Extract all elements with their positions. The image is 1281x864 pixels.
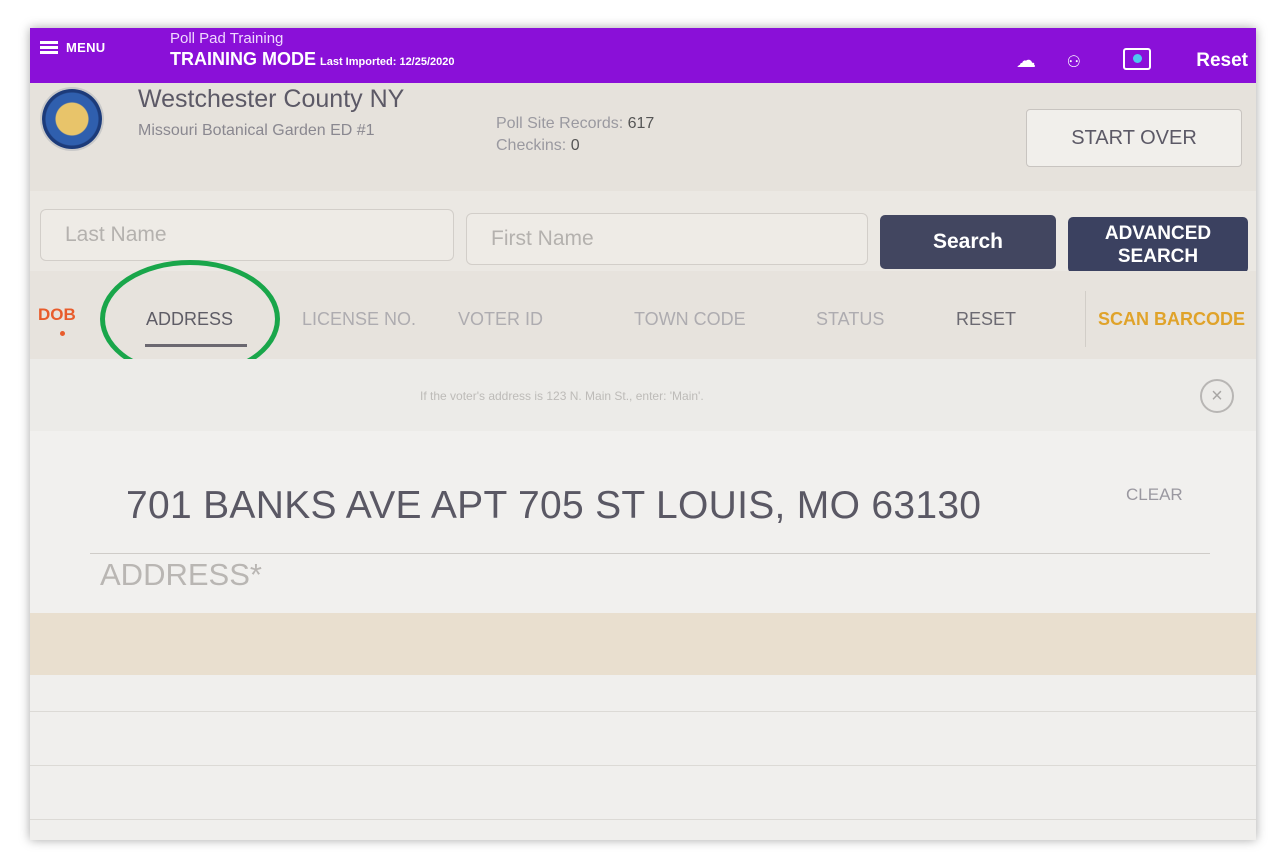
first-name-input[interactable]: First Name — [466, 213, 868, 265]
results-list — [30, 675, 1256, 840]
last-imported-label: Last Imported: 12/25/2020 — [320, 56, 455, 68]
records-label: Poll Site Records: — [496, 115, 624, 132]
last-name-input[interactable]: Last Name — [40, 209, 454, 261]
address-entry: 701 BANKS AVE APT 705 ST LOUIS, MO 63130… — [30, 431, 1256, 613]
address-input[interactable]: 701 BANKS AVE APT 705 ST LOUIS, MO 63130 — [126, 484, 981, 528]
tab-town-code[interactable]: TOWN CODE — [634, 309, 746, 330]
results-divider — [30, 711, 1256, 712]
tab-dob-indicator — [60, 331, 65, 336]
menu-label: MENU — [66, 40, 106, 55]
top-bar: MENU Poll Pad Training TRAINING MODE Last… — [30, 28, 1256, 83]
results-header-band — [30, 613, 1256, 675]
checkins-value: 0 — [570, 137, 580, 154]
tab-divider — [1085, 291, 1086, 347]
chat-icon[interactable] — [1123, 48, 1151, 70]
tab-reset[interactable]: RESET — [956, 309, 1016, 330]
county-seal-logo — [42, 89, 102, 149]
hint-row: If the voter's address is 123 N. Main St… — [30, 359, 1256, 431]
reset-top-button[interactable]: Reset — [1196, 50, 1248, 72]
clear-button[interactable]: CLEAR — [1126, 485, 1183, 505]
mode-line: TRAINING MODE Last Imported: 12/25/2020 — [170, 49, 455, 70]
poll-pad-screen: MENU Poll Pad Training TRAINING MODE Last… — [30, 28, 1256, 840]
results-divider — [30, 819, 1256, 820]
address-hint: If the voter's address is 123 N. Main St… — [420, 389, 704, 403]
advanced-search-line1: ADVANCED — [1104, 223, 1212, 244]
tab-status[interactable]: STATUS — [816, 309, 884, 330]
menu-icon — [40, 41, 58, 54]
start-over-button[interactable]: START OVER — [1026, 109, 1242, 167]
menu-button[interactable]: MENU — [40, 40, 105, 55]
results-divider — [30, 765, 1256, 766]
close-hint-icon[interactable]: × — [1200, 379, 1234, 413]
header: Westchester County NY Missouri Botanical… — [30, 83, 1256, 191]
users-icon[interactable]: ⚇ — [1067, 52, 1081, 72]
training-mode-label: TRAINING MODE — [170, 49, 316, 69]
advanced-search-line2: SEARCH — [1117, 246, 1199, 267]
address-field-label: ADDRESS* — [100, 557, 262, 592]
poll-site-name: Missouri Botanical Garden ED #1 — [138, 122, 375, 139]
tab-scan-barcode[interactable]: SCAN BARCODE — [1098, 309, 1245, 330]
tab-voter-id[interactable]: VOTER ID — [458, 309, 543, 330]
advanced-search-button[interactable]: ADVANCED SEARCH — [1068, 217, 1248, 273]
address-input-underline — [90, 553, 1210, 554]
search-button[interactable]: Search — [880, 215, 1056, 269]
tab-license-no[interactable]: LICENSE NO. — [302, 309, 416, 330]
checkins-label: Checkins: — [496, 137, 567, 154]
app-name: Poll Pad Training — [170, 30, 284, 47]
search-row: Last Name First Name Search ADVANCED SEA… — [30, 191, 1256, 273]
records-value: 617 — [627, 115, 655, 132]
cloud-upload-icon[interactable]: ☁ — [1016, 48, 1036, 73]
poll-site-stats: Poll Site Records: 617 Checkins: 0 — [496, 113, 654, 157]
tab-dob[interactable]: DOB — [38, 305, 76, 325]
county-name: Westchester County NY — [138, 85, 405, 113]
